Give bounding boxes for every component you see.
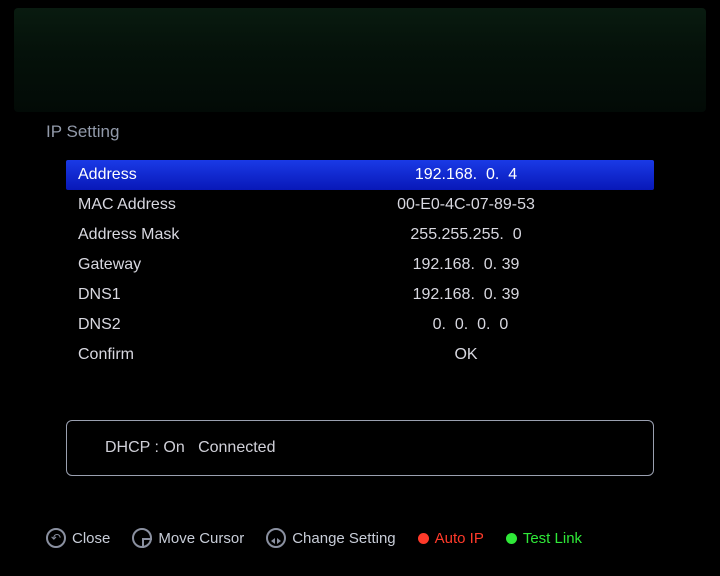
row-confirm[interactable]: Confirm OK <box>66 340 654 370</box>
row-label: DNS2 <box>78 316 318 334</box>
back-icon <box>46 528 66 548</box>
footer-move-cursor[interactable]: Move Cursor <box>132 528 244 548</box>
footer-change-setting[interactable]: Change Setting <box>266 528 395 548</box>
row-label: Confirm <box>78 346 318 364</box>
row-label: Gateway <box>78 256 318 274</box>
green-dot-icon <box>506 533 517 544</box>
row-value: 192.168. 0. 39 <box>318 286 654 304</box>
left-right-icon <box>266 528 286 548</box>
row-value: 255.255.255. 0 <box>318 226 654 244</box>
header-band <box>14 8 706 112</box>
row-dns2[interactable]: DNS2 0. 0. 0. 0 <box>66 310 654 340</box>
footer-close-label: Close <box>72 530 110 547</box>
dhcp-state: On <box>163 439 184 457</box>
row-mac-address[interactable]: MAC Address 00-E0-4C-07-89-53 <box>66 190 654 220</box>
footer: Close Move Cursor Change Setting Auto IP… <box>46 528 674 548</box>
row-label: DNS1 <box>78 286 318 304</box>
dpad-icon <box>132 528 152 548</box>
footer-auto-ip[interactable]: Auto IP <box>418 530 484 547</box>
row-gateway[interactable]: Gateway 192.168. 0. 39 <box>66 250 654 280</box>
row-address-mask[interactable]: Address Mask 255.255.255. 0 <box>66 220 654 250</box>
page-title: IP Setting <box>46 122 119 142</box>
row-value: 192.168. 0. 4 <box>318 166 654 184</box>
row-label: Address Mask <box>78 226 318 244</box>
row-dns1[interactable]: DNS1 192.168. 0. 39 <box>66 280 654 310</box>
row-value: OK <box>318 346 654 364</box>
settings-list: Address 192.168. 0. 4 MAC Address 00-E0-… <box>66 160 654 370</box>
dhcp-label: DHCP : <box>105 439 159 457</box>
status-box: DHCP : On Connected <box>66 420 654 476</box>
row-value: 0. 0. 0. 0 <box>318 316 654 334</box>
row-value: 00-E0-4C-07-89-53 <box>318 196 654 214</box>
footer-test-link[interactable]: Test Link <box>506 530 582 547</box>
footer-test-link-label: Test Link <box>523 530 582 547</box>
footer-move-label: Move Cursor <box>158 530 244 547</box>
row-label: Address <box>78 166 318 184</box>
row-address[interactable]: Address 192.168. 0. 4 <box>66 160 654 190</box>
row-value: 192.168. 0. 39 <box>318 256 654 274</box>
footer-change-label: Change Setting <box>292 530 395 547</box>
red-dot-icon <box>418 533 429 544</box>
footer-close[interactable]: Close <box>46 528 110 548</box>
row-label: MAC Address <box>78 196 318 214</box>
footer-auto-ip-label: Auto IP <box>435 530 484 547</box>
connection-state: Connected <box>198 439 275 457</box>
